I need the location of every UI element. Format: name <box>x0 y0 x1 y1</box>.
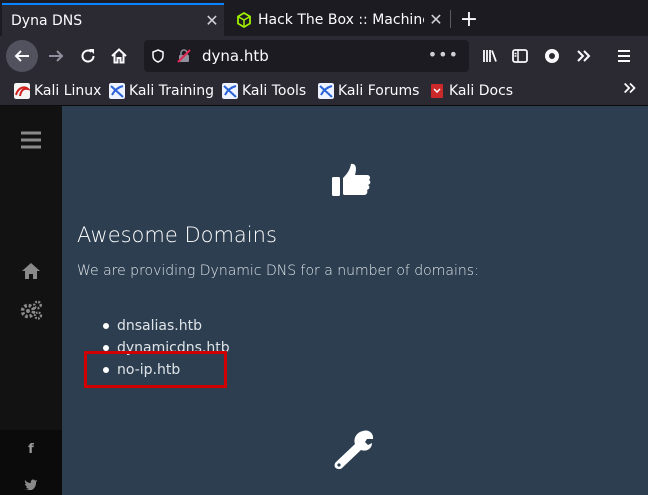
sidebar-button[interactable] <box>504 40 536 72</box>
back-button[interactable] <box>6 40 38 72</box>
kali-dragon-icon <box>222 83 238 99</box>
shield-icon <box>152 49 164 63</box>
intro-text: We are providing Dynamic DNS for a numbe… <box>77 263 479 279</box>
chevron-double-right-icon <box>624 82 636 94</box>
sidebar-home-link[interactable] <box>18 262 44 280</box>
facebook-icon[interactable]: f <box>18 442 44 457</box>
tab-hack-the-box[interactable]: Hack The Box :: Machines ✕ <box>226 3 448 36</box>
bookmark-label: Kali Linux <box>34 83 102 99</box>
menu-button[interactable] <box>608 40 640 72</box>
sidebar-menu-button[interactable] <box>18 130 44 150</box>
bullet <box>103 323 109 329</box>
insecure-lock-icon <box>177 49 191 63</box>
arrow-right-icon <box>49 50 64 62</box>
hackthebox-icon <box>237 11 251 28</box>
main-content: Awesome Domains We are providing Dynamic… <box>62 106 648 495</box>
bookmark-kali-training[interactable]: Kali Training <box>109 81 214 101</box>
bookmarks-toolbar: Kali Linux Kali Training Kali Tools Kali… <box>0 76 648 106</box>
sidebar-settings-link[interactable] <box>18 299 44 321</box>
url-bar[interactable]: dyna.htb ••• <box>144 40 469 72</box>
bookmark-label: Kali Tools <box>242 83 307 99</box>
reload-button[interactable] <box>72 40 104 72</box>
overflow-button[interactable] <box>568 40 600 72</box>
bookmark-label: Kali Forums <box>338 83 420 99</box>
bookmarks-overflow-button[interactable] <box>622 80 638 101</box>
thumbs-up-icon <box>330 162 372 202</box>
extension-button[interactable] <box>536 40 568 72</box>
bookmark-kali-docs[interactable]: Kali Docs <box>429 81 513 101</box>
twitter-icon[interactable] <box>18 478 44 490</box>
page-actions-button[interactable]: ••• <box>428 45 459 64</box>
close-icon[interactable]: ✕ <box>200 11 224 30</box>
library-button[interactable] <box>474 40 506 72</box>
tab-dyna-dns[interactable]: Dyna DNS ✕ <box>2 3 224 36</box>
domain-name: dnsalias.htb <box>117 318 202 334</box>
kali-linux-icon <box>14 83 30 99</box>
gears-icon <box>20 300 43 320</box>
navigation-toolbar: dyna.htb ••• <box>0 36 648 76</box>
url-text: dyna.htb <box>202 47 269 65</box>
arrow-left-icon <box>14 50 29 62</box>
tab-strip: Dyna DNS ✕ Hack The Box :: Machines ✕ + <box>0 0 648 36</box>
tab-title: Dyna DNS <box>11 12 83 29</box>
chevron-double-right-icon <box>577 50 591 62</box>
home-button[interactable] <box>103 40 135 72</box>
hamburger-icon <box>618 50 630 62</box>
new-tab-button[interactable]: + <box>455 3 483 36</box>
hamburger-icon <box>21 131 41 149</box>
sidebar-icon <box>512 49 528 63</box>
side-navigation: f <box>0 106 62 495</box>
close-icon[interactable]: ✕ <box>424 10 448 29</box>
tab-title: Hack The Box :: Machines <box>258 11 424 28</box>
bookmark-label: Kali Training <box>129 83 214 99</box>
kali-dragon-icon <box>109 83 125 99</box>
kali-dragon-icon <box>318 83 334 99</box>
bookmark-kali-linux[interactable]: Kali Linux <box>14 81 101 101</box>
highlight-box <box>84 351 227 388</box>
tab-separator <box>450 10 451 28</box>
extension-icon <box>545 49 559 63</box>
bookmark-label: Kali Docs <box>449 83 514 99</box>
forward-button[interactable] <box>40 40 72 72</box>
library-icon <box>483 50 497 62</box>
home-icon <box>22 263 40 279</box>
reload-icon <box>81 49 95 63</box>
social-links: f <box>0 430 62 495</box>
bookmark-kali-forums[interactable]: Kali Forums <box>318 81 419 101</box>
list-item: dnsalias.htb <box>103 315 230 337</box>
home-icon <box>111 48 127 64</box>
web-page: f Awesome Domains We are providing Dynam… <box>0 106 648 495</box>
kali-docs-icon <box>431 84 443 98</box>
page-title: Awesome Domains <box>77 223 277 247</box>
wrench-icon <box>332 428 376 474</box>
bookmark-kali-tools[interactable]: Kali Tools <box>222 81 306 101</box>
